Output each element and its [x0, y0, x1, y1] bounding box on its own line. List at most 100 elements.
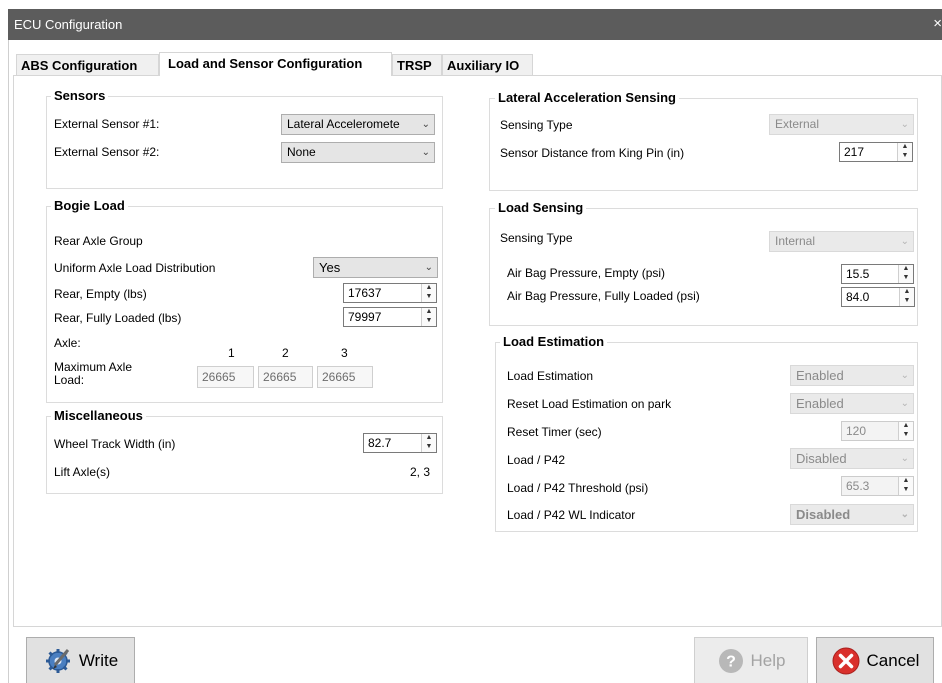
load-p42-threshold-value: 65.3	[846, 479, 870, 493]
load-p42-label: Load / P42	[507, 453, 566, 467]
external-sensor-1-value: Lateral Acceleromete	[287, 117, 400, 131]
wheel-track-width-input[interactable]: 82.7 ▲ ▼	[363, 433, 437, 453]
load-p42-threshold-label: Load / P42 Threshold (psi)	[507, 481, 649, 495]
sensors-group-title: Sensors	[51, 88, 109, 103]
load-sensing-group-title: Load Sensing	[495, 200, 587, 215]
window-title: ECU Configuration	[14, 17, 123, 32]
lateral-sensing-type-label: Sensing Type	[500, 118, 573, 132]
uniform-axle-load-dropdown[interactable]: Yes ⌄	[313, 257, 438, 278]
chevron-down-icon: ⌄	[421, 119, 430, 130]
lateral-sensing-type-dropdown[interactable]: External ⌄	[769, 114, 914, 135]
rear-empty-label: Rear, Empty (lbs)	[54, 287, 147, 301]
window-frame	[8, 40, 9, 683]
load-p42-dropdown[interactable]: Disabled ⌄	[790, 448, 914, 469]
reset-timer-input[interactable]: 120 ▲ ▼	[841, 421, 914, 441]
chevron-down-icon: ⌄	[900, 119, 909, 130]
load-estimation-value: Enabled	[796, 368, 844, 383]
lift-axles-value: 2, 3	[410, 465, 431, 479]
axle-number-2: 2	[282, 346, 289, 360]
tab-load-and-sensor-configuration[interactable]: Load and Sensor Configuration	[159, 52, 392, 76]
gear-pencil-icon	[43, 646, 73, 676]
wheel-track-width-label: Wheel Track Width (in)	[54, 437, 176, 451]
load-p42-wl-indicator-value: Disabled	[796, 507, 851, 522]
spinner-arrows-icon[interactable]: ▲ ▼	[898, 477, 913, 495]
tab-abs-configuration[interactable]: ABS Configuration	[16, 54, 159, 76]
king-pin-distance-input[interactable]: 217 ▲ ▼	[839, 142, 913, 162]
chevron-down-icon: ⌄	[900, 509, 909, 520]
external-sensor-2-value: None	[287, 145, 316, 159]
external-sensor-2-dropdown[interactable]: None ⌄	[281, 142, 435, 163]
load-p42-threshold-input[interactable]: 65.3 ▲ ▼	[841, 476, 914, 496]
reset-load-estimation-label: Reset Load Estimation on park	[507, 397, 672, 411]
write-button-label: Write	[78, 650, 119, 670]
external-sensor-2-label: External Sensor #2:	[54, 145, 160, 159]
chevron-down-icon: ⌄	[421, 147, 430, 158]
tab-trsp[interactable]: TRSP	[392, 54, 442, 76]
rear-axle-group-label: Rear Axle Group	[54, 234, 143, 248]
reset-timer-label: Reset Timer (sec)	[507, 425, 602, 439]
air-bag-full-input[interactable]: 84.0 ▲ ▼	[841, 287, 915, 307]
uniform-axle-load-value: Yes	[319, 260, 341, 275]
max-axle-load-label-line2: Load:	[54, 373, 85, 387]
max-axle-load-1: 26665	[197, 366, 254, 388]
chevron-down-icon: ⌄	[424, 262, 433, 273]
help-icon: ?	[717, 647, 745, 675]
air-bag-empty-value: 15.5	[846, 267, 870, 281]
window-titlebar: ECU Configuration ×	[8, 9, 942, 40]
max-axle-load-2: 26665	[258, 366, 313, 388]
bogie-load-group-title: Bogie Load	[51, 198, 128, 213]
cancel-button[interactable]: Cancel	[816, 637, 934, 683]
rear-full-value: 79997	[348, 310, 382, 324]
reset-load-estimation-value: Enabled	[796, 396, 844, 411]
rear-empty-input[interactable]: 17637 ▲ ▼	[343, 283, 437, 303]
svg-text:?: ?	[726, 653, 736, 670]
tab-auxiliary-io[interactable]: Auxiliary IO	[442, 54, 533, 76]
king-pin-distance-label: Sensor Distance from King Pin (in)	[500, 146, 685, 160]
spinner-arrows-icon[interactable]: ▲ ▼	[421, 434, 436, 452]
load-sensing-type-label: Sensing Type	[500, 231, 573, 245]
load-estimation-group-title: Load Estimation	[500, 334, 608, 349]
write-button[interactable]: Write	[26, 637, 135, 683]
lateral-sensing-type-value: External	[775, 117, 820, 131]
reset-load-estimation-dropdown[interactable]: Enabled ⌄	[790, 393, 914, 414]
load-p42-wl-indicator-label: Load / P42 WL Indicator	[507, 508, 636, 522]
rear-full-label: Rear, Fully Loaded (lbs)	[54, 311, 182, 325]
lateral-acceleration-group-title: Lateral Acceleration Sensing	[495, 90, 679, 105]
axle-number-3: 3	[341, 346, 348, 360]
chevron-down-icon: ⌄	[900, 236, 909, 247]
air-bag-full-label: Air Bag Pressure, Fully Loaded (psi)	[507, 289, 700, 303]
cancel-icon	[831, 646, 861, 676]
max-axle-load-3: 26665	[317, 366, 373, 388]
axle-label: Axle:	[54, 336, 81, 350]
help-button-label: Help	[750, 650, 786, 670]
external-sensor-1-dropdown[interactable]: Lateral Acceleromete ⌄	[281, 114, 435, 135]
load-p42-value: Disabled	[796, 451, 847, 466]
chevron-down-icon: ⌄	[900, 370, 909, 381]
spinner-arrows-icon[interactable]: ▲ ▼	[898, 422, 913, 440]
spinner-arrows-icon[interactable]: ▲ ▼	[421, 308, 436, 326]
spinner-arrows-icon[interactable]: ▲ ▼	[421, 284, 436, 302]
load-sensing-type-dropdown[interactable]: Internal ⌄	[769, 231, 914, 252]
chevron-down-icon: ⌄	[900, 453, 909, 464]
spinner-arrows-icon[interactable]: ▲ ▼	[898, 265, 913, 283]
help-button[interactable]: ? Help	[694, 637, 808, 683]
reset-timer-value: 120	[846, 424, 867, 438]
max-axle-load-label-line1: Maximum Axle	[54, 360, 133, 374]
king-pin-distance-value: 217	[844, 145, 865, 159]
spinner-arrows-icon[interactable]: ▲ ▼	[899, 288, 914, 306]
air-bag-empty-label: Air Bag Pressure, Empty (psi)	[507, 266, 666, 280]
air-bag-empty-input[interactable]: 15.5 ▲ ▼	[841, 264, 914, 284]
load-p42-wl-indicator-dropdown[interactable]: Disabled ⌄	[790, 504, 914, 525]
chevron-down-icon: ⌄	[900, 398, 909, 409]
cancel-button-label: Cancel	[866, 650, 920, 670]
rear-empty-value: 17637	[348, 286, 382, 300]
spinner-arrows-icon[interactable]: ▲ ▼	[897, 143, 912, 161]
miscellaneous-group-title: Miscellaneous	[51, 408, 146, 423]
close-icon[interactable]: ×	[933, 15, 942, 32]
lift-axles-label: Lift Axle(s)	[54, 465, 111, 479]
rear-full-input[interactable]: 79997 ▲ ▼	[343, 307, 437, 327]
external-sensor-1-label: External Sensor #1:	[54, 117, 160, 131]
uniform-axle-load-label: Uniform Axle Load Distribution	[54, 261, 216, 275]
load-estimation-dropdown[interactable]: Enabled ⌄	[790, 365, 914, 386]
axle-number-1: 1	[228, 346, 235, 360]
